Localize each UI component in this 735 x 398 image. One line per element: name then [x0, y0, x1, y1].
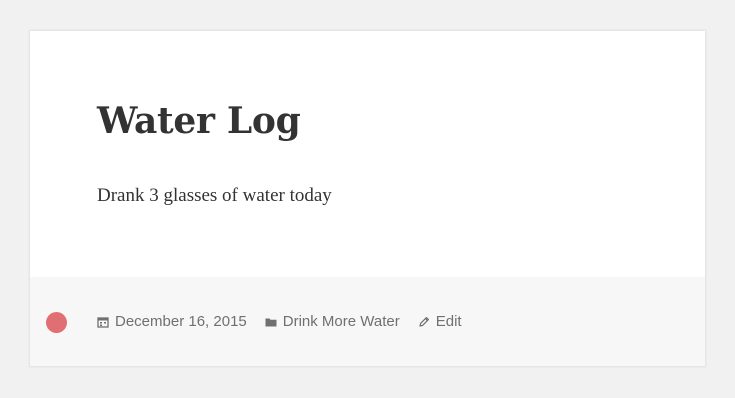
post-content: Drank 3 glasses of water today [97, 183, 332, 209]
edit-link[interactable]: Edit [436, 313, 462, 330]
entry-footer: December 16, 2015 Drink More Water Edit [30, 277, 705, 366]
post-title: Water Log [97, 100, 301, 142]
category-link[interactable]: Drink More Water [283, 313, 400, 330]
post-category: Drink More Water [265, 313, 400, 330]
folder-icon [265, 316, 277, 328]
post-date-link[interactable]: December 16, 2015 [115, 313, 247, 330]
entry-header: Water Log [97, 97, 301, 145]
post-meta: December 16, 2015 Drink More Water Edit [97, 313, 480, 330]
post-content-text: Drank 3 glasses of water today [97, 185, 332, 206]
calendar-icon [97, 316, 109, 328]
status-dot-icon[interactable] [46, 312, 67, 333]
pencil-icon [418, 316, 430, 328]
post-card: Water Log Drank 3 glasses of water today… [29, 30, 706, 367]
post-date: December 16, 2015 [97, 313, 247, 330]
post-edit: Edit [418, 313, 462, 330]
